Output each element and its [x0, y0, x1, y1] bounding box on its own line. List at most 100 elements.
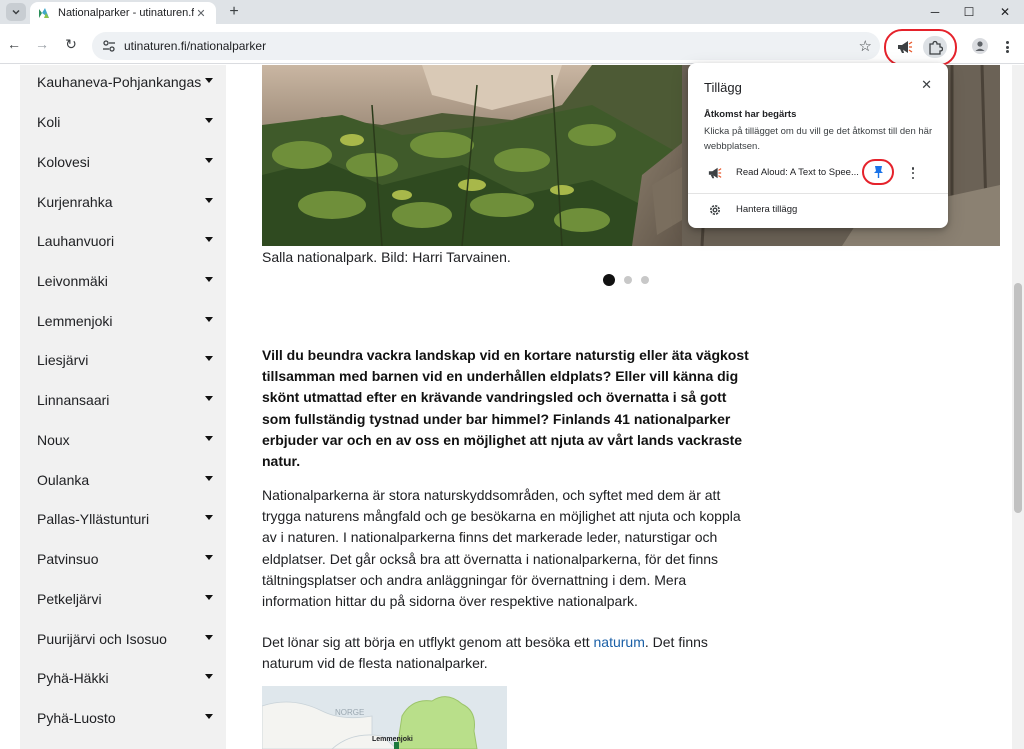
- tab-close-icon[interactable]: ✕: [194, 7, 208, 20]
- map-label-lemmenjoki: Lemmenjoki: [372, 736, 413, 743]
- sidebar-item-label: Koli: [37, 114, 61, 130]
- sidebar-item-label: Pyhä-Häkki: [37, 670, 109, 686]
- forward-button[interactable]: →: [33, 35, 51, 53]
- sidebar-item-label: Kolovesi: [37, 154, 90, 170]
- para2-text-before: Det lönar sig att börja en utflykt genom…: [262, 634, 594, 650]
- sidebar-item-lemmenjoki[interactable]: Lemmenjoki: [20, 301, 226, 341]
- pin-icon: [873, 166, 883, 178]
- sidebar-item-pallas-yllastunturi[interactable]: Pallas-Yllästunturi: [20, 499, 226, 539]
- tab-title: Nationalparker - utinaturen.fi: [58, 7, 194, 19]
- sidebar-item-label: Lauhanvuori: [37, 233, 115, 249]
- body-paragraph-1: Nationalparkerna är stora naturskyddsomr…: [262, 487, 741, 610]
- naturum-link[interactable]: naturum: [594, 634, 645, 650]
- sidebar-item-kauhaneva-pohjankangas[interactable]: Kauhaneva-Pohjankangas: [20, 65, 226, 102]
- caret-down-icon: [205, 237, 213, 242]
- finland-map-graphic: NORGE Lemmenjoki: [262, 686, 507, 749]
- sidebar-item-label: Petkeljärvi: [37, 591, 102, 607]
- megaphone-icon: [708, 167, 722, 179]
- caret-down-icon: [205, 635, 213, 640]
- sidebar-item-petkeljarvi[interactable]: Petkeljärvi: [20, 579, 226, 619]
- manage-extensions-label: Hantera tillägg: [736, 204, 798, 215]
- carousel-dots: [603, 274, 649, 286]
- national-park-sidebar: Kauhaneva-Pohjankangas Koli Kolovesi Kur…: [20, 65, 226, 749]
- caret-down-icon: [205, 476, 213, 481]
- popup-close-icon[interactable]: ✕: [921, 77, 932, 93]
- sidebar-item-label: Noux: [37, 432, 70, 448]
- caret-down-icon: [205, 118, 213, 123]
- extension-row-read-aloud[interactable]: Read Aloud: A Text to Spee...: [688, 159, 948, 186]
- caret-down-icon: [205, 78, 213, 83]
- caret-down-icon: [205, 317, 213, 322]
- page-scrollbar[interactable]: [1012, 65, 1024, 749]
- tab-strip: Nationalparker - utinaturen.fi ✕ + ─ ☐ ✕: [0, 0, 1024, 24]
- caret-down-icon: [205, 158, 213, 163]
- caret-down-icon: [205, 198, 213, 203]
- pin-extension-button[interactable]: [862, 159, 894, 185]
- sidebar-item-kolovesi[interactable]: Kolovesi: [20, 142, 226, 182]
- extension-more-options-button[interactable]: [906, 164, 920, 182]
- new-tab-button[interactable]: +: [224, 2, 244, 22]
- image-caption: Salla nationalpark. Bild: Harri Tarvaine…: [262, 249, 511, 265]
- chevron-down-icon: [12, 9, 20, 15]
- bookmark-star-icon[interactable]: ☆: [859, 37, 872, 55]
- caret-down-icon: [205, 674, 213, 679]
- sidebar-item-label: Pyhä-Luosto: [37, 710, 116, 726]
- caret-down-icon: [205, 277, 213, 282]
- browser-toolbar: ← → ↻ utinaturen.fi/nationalparker ☆: [0, 24, 1024, 64]
- reload-button[interactable]: ↻: [62, 35, 80, 53]
- sidebar-item-leivonmaki[interactable]: Leivonmäki: [20, 261, 226, 301]
- manage-extensions-item[interactable]: Hantera tillägg: [688, 199, 948, 221]
- caret-down-icon: [205, 555, 213, 560]
- sidebar-item-label: Puurijärvi och Isosuo: [37, 631, 167, 647]
- sidebar-item-label: Linnansaari: [37, 392, 110, 408]
- caret-down-icon: [205, 436, 213, 441]
- gear-icon: [710, 205, 720, 215]
- site-settings-icon[interactable]: [102, 39, 116, 53]
- avatar-icon: [972, 38, 988, 54]
- minimize-button[interactable]: ─: [918, 0, 952, 24]
- carousel-dot-3[interactable]: [641, 276, 649, 284]
- popup-divider: [688, 193, 948, 194]
- popup-title: Tillägg: [704, 80, 742, 95]
- sidebar-item-noux[interactable]: Noux: [20, 420, 226, 460]
- tab-search-button[interactable]: [6, 3, 26, 21]
- sidebar-item-label: Leivonmäki: [37, 273, 108, 289]
- extension-name: Read Aloud: A Text to Spee...: [736, 167, 859, 178]
- caret-down-icon: [205, 356, 213, 361]
- scrollbar-thumb[interactable]: [1014, 283, 1022, 513]
- sidebar-item-patvinsuo[interactable]: Patvinsuo: [20, 539, 226, 579]
- sidebar-item-liesjarvi[interactable]: Liesjärvi: [20, 340, 226, 380]
- caret-down-icon: [205, 515, 213, 520]
- sidebar-item-kurjenrahka[interactable]: Kurjenrahka: [20, 182, 226, 222]
- caret-down-icon: [205, 396, 213, 401]
- sidebar-item-label: Kauhaneva-Pohjankangas: [37, 74, 202, 90]
- back-button[interactable]: ←: [5, 35, 23, 53]
- tab-nationalparker[interactable]: Nationalparker - utinaturen.fi ✕: [30, 2, 216, 24]
- extensions-popup: Tillägg ✕ Åtkomst har begärts Klicka på …: [688, 63, 948, 228]
- sidebar-item-label: Patvinsuo: [37, 551, 99, 567]
- caret-down-icon: [205, 595, 213, 600]
- read-aloud-extension-button[interactable]: [893, 36, 917, 58]
- profile-button[interactable]: [970, 36, 990, 56]
- site-favicon-icon: [39, 8, 49, 18]
- close-window-button[interactable]: ✕: [988, 0, 1022, 24]
- sidebar-item-label: Liesjärvi: [37, 352, 89, 368]
- sidebar-item-pyha-hakki[interactable]: Pyhä-Häkki: [20, 658, 226, 698]
- sidebar-item-pyha-luosto[interactable]: Pyhä-Luosto: [20, 698, 226, 738]
- sidebar-item-lauhanvuori[interactable]: Lauhanvuori: [20, 221, 226, 261]
- sidebar-item-linnansaari[interactable]: Linnansaari: [20, 380, 226, 420]
- megaphone-icon: [898, 41, 913, 53]
- sidebar-item-puurijarvi-och-isosuo[interactable]: Puurijärvi och Isosuo: [20, 619, 226, 659]
- intro-lead-text: Vill du beundra vackra landskap vid en k…: [262, 347, 749, 470]
- maximize-button[interactable]: ☐: [952, 0, 986, 24]
- national-park-map[interactable]: NORGE Lemmenjoki: [262, 686, 507, 749]
- carousel-dot-2[interactable]: [624, 276, 632, 284]
- sidebar-item-label: Lemmenjoki: [37, 313, 113, 329]
- extensions-button[interactable]: [923, 36, 947, 58]
- sidebar-item-oulanka[interactable]: Oulanka: [20, 460, 226, 500]
- sidebar-item-label: Oulanka: [37, 472, 90, 488]
- sidebar-item-koli[interactable]: Koli: [20, 102, 226, 142]
- browser-menu-button[interactable]: [1000, 38, 1014, 56]
- address-bar[interactable]: utinaturen.fi/nationalparker ☆: [92, 32, 880, 60]
- carousel-dot-1[interactable]: [603, 274, 615, 286]
